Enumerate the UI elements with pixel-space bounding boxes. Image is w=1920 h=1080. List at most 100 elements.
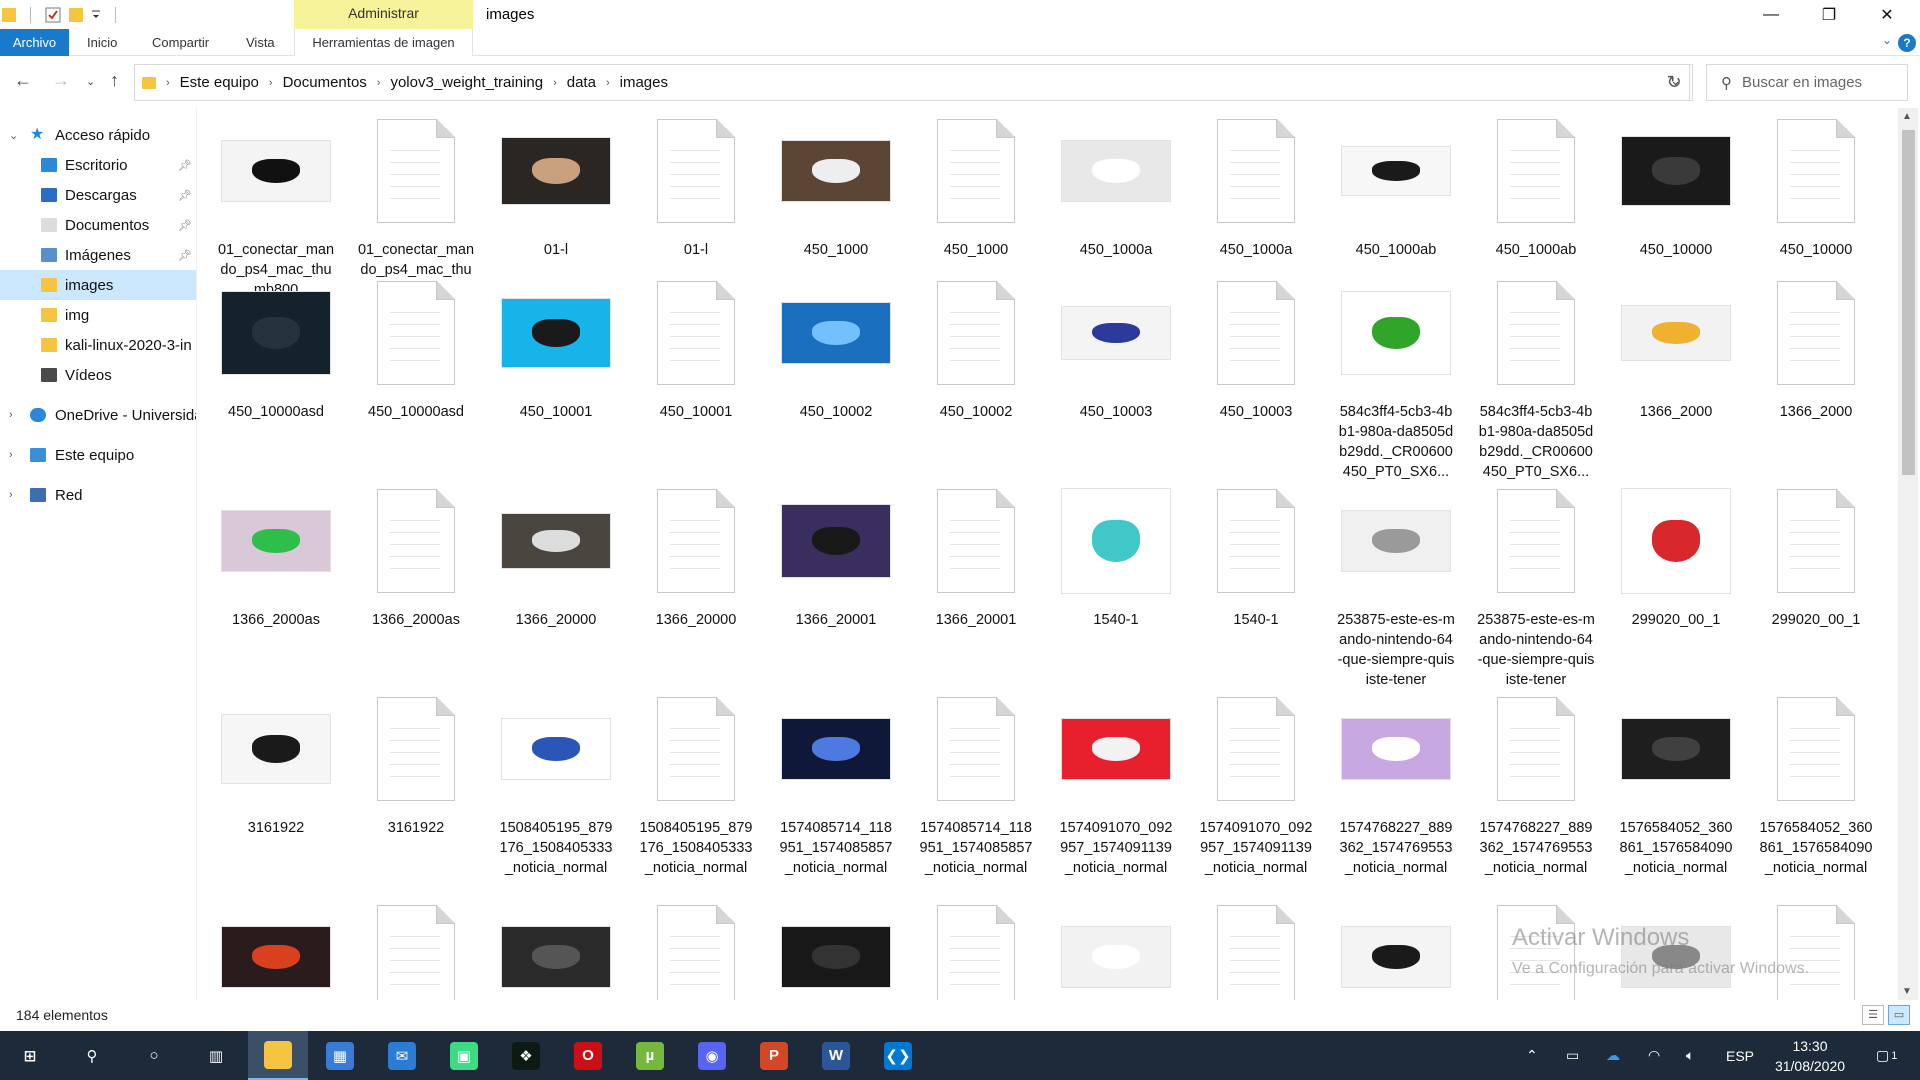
breadcrumb-item[interactable]: data [567, 74, 596, 91]
terminal-icon: ❖ [512, 1041, 540, 1070]
document-line [390, 360, 440, 361]
expand-chevron-icon[interactable]: › [9, 449, 13, 461]
up-arrow-icon[interactable]: ↑ [110, 70, 119, 91]
breadcrumb-separator-icon[interactable]: › [553, 77, 557, 89]
scrollbar-thumb[interactable] [1902, 130, 1915, 475]
gamepad-shape [1092, 159, 1140, 183]
scroll-up-icon[interactable]: ▲ [1902, 111, 1912, 122]
image-thumbnail [1341, 718, 1451, 780]
sidebar-item-este-equipo[interactable]: › Este equipo [0, 440, 196, 470]
help-icon[interactable]: ? [1898, 34, 1916, 52]
address-bar[interactable]: › Este equipo › Documentos › yolov3_weight_tr… [134, 64, 1690, 101]
breadcrumb-item[interactable]: Documentos [283, 74, 367, 91]
minimize-button[interactable]: — [1742, 0, 1800, 29]
image-thumbnail [1621, 488, 1731, 594]
breadcrumb-separator-icon[interactable]: › [269, 77, 273, 89]
manage-context-tab[interactable]: Administrar [294, 0, 473, 29]
tab-archivo[interactable]: Archivo [0, 29, 69, 56]
vscode-app[interactable]: ❮❯ [868, 1031, 928, 1080]
sidebar-item-documentos[interactable]: Documentos 📌︎ [0, 210, 196, 240]
start-button[interactable]: ⊞ [0, 1031, 60, 1080]
sidebar-item-escritorio[interactable]: Escritorio 📌︎ [0, 150, 196, 180]
file-explorer-app[interactable] [248, 1031, 308, 1080]
vertical-scrollbar[interactable]: ▲ ▼ [1898, 108, 1918, 1000]
forward-arrow-icon[interactable]: → [52, 70, 70, 91]
large-icons-view-button[interactable]: ▭ [1888, 1005, 1910, 1025]
sidebar-item-images[interactable]: images [0, 270, 196, 300]
search-placeholder[interactable]: Buscar en images [1742, 74, 1862, 91]
pin-icon[interactable]: 📌︎ [178, 159, 192, 172]
opera-app[interactable]: O [558, 1031, 618, 1080]
document-line [1510, 728, 1560, 729]
clock-time: 13:30 [1792, 1038, 1828, 1054]
sidebar-item-kali-linux-2020-3-in[interactable]: kali-linux-2020-3-in [0, 330, 196, 360]
search-box[interactable]: ⚲ Buscar en images [1706, 64, 1908, 101]
breadcrumb-separator-icon[interactable]: › [377, 77, 381, 89]
new-folder-icon[interactable] [69, 7, 83, 22]
mail-app[interactable]: ✉ [372, 1031, 432, 1080]
document-line [1790, 728, 1840, 729]
utorrent-app[interactable]: µ [620, 1031, 680, 1080]
sidebar-item-onedrive-universida[interactable]: › OneDrive - Universida [0, 400, 196, 430]
expand-ribbon-icon[interactable]: ⌄ [1882, 33, 1892, 47]
wifi-icon[interactable]: ◠ [1648, 1031, 1660, 1080]
battery-icon[interactable]: ▭ [1566, 1031, 1579, 1080]
sidebar-item-acceso-r-pido[interactable]: ⌄ ★ Acceso rápido [0, 120, 196, 150]
sidebar-item-im-genes[interactable]: Imágenes 📌︎ [0, 240, 196, 270]
breadcrumb-separator-icon[interactable]: › [166, 77, 170, 89]
breadcrumb-item[interactable]: Este equipo [180, 74, 259, 91]
scroll-down-icon[interactable]: ▼ [1902, 986, 1912, 997]
document-line [950, 186, 1000, 187]
details-view-button[interactable]: ☰ [1862, 1005, 1884, 1025]
document-line [390, 948, 440, 949]
breadcrumb-item[interactable]: yolov3_weight_training [390, 74, 543, 91]
task-view-button[interactable]: ▥ [186, 1031, 246, 1080]
sidebar-item-descargas[interactable]: Descargas 📌︎ [0, 180, 196, 210]
folder-icon [41, 308, 57, 322]
pin-icon[interactable]: 📌︎ [178, 189, 192, 202]
android-app[interactable]: ▣ [434, 1031, 494, 1080]
breadcrumb-item[interactable]: images [620, 74, 668, 91]
pin-icon[interactable]: 📌︎ [178, 249, 192, 262]
tab-compartir[interactable]: Compartir [152, 29, 209, 56]
file-document-icon [937, 905, 1015, 1000]
cortana-button[interactable]: ○ [124, 1031, 184, 1080]
tab-herramientas-de-imagen[interactable]: Herramientas de imagen [294, 29, 473, 57]
store-app[interactable]: ▦ [310, 1031, 370, 1080]
pane-divider[interactable] [196, 108, 197, 1000]
file-name: 450_10000 [1779, 242, 1853, 258]
sidebar-item-v-deos[interactable]: Vídeos [0, 360, 196, 390]
sidebar-item-img[interactable]: img [0, 300, 196, 330]
show-hidden-icons-button[interactable]: ⌃ [1526, 1031, 1538, 1080]
expand-chevron-icon[interactable]: › [9, 489, 13, 501]
recent-locations-chevron-icon[interactable]: ⌄ [86, 75, 95, 88]
sidebar-item-red[interactable]: › Red [0, 480, 196, 510]
terminal-app[interactable]: ❖ [496, 1031, 556, 1080]
back-arrow-icon[interactable]: ← [14, 70, 32, 91]
volume-icon[interactable]: 🔈︎ [1686, 1031, 1694, 1080]
properties-icon[interactable] [45, 7, 61, 23]
onedrive-tray-icon[interactable]: ☁ [1606, 1031, 1620, 1080]
discord-app[interactable]: ◉ [682, 1031, 742, 1080]
clock[interactable]: 13:30 31/08/2020 [1762, 1036, 1858, 1076]
close-button[interactable]: ✕ [1858, 0, 1916, 29]
refresh-button[interactable]: ↻ [1656, 64, 1693, 101]
notifications-icon[interactable]: ▢ 1 [1876, 1031, 1897, 1080]
collapse-chevron-icon[interactable]: ⌄ [9, 129, 18, 142]
customize-toolbar-icon[interactable] [91, 9, 101, 21]
document-line [1230, 960, 1280, 961]
word-app[interactable]: W [806, 1031, 866, 1080]
maximize-button[interactable]: ❐ [1800, 0, 1858, 29]
document-line [670, 360, 720, 361]
tab-inicio[interactable]: Inicio [87, 29, 117, 56]
document-line [950, 936, 1000, 937]
breadcrumb-separator-icon[interactable]: › [606, 77, 610, 89]
file-name: 299020_00_1 [1631, 612, 1721, 628]
language-indicator[interactable]: ESP [1726, 1031, 1754, 1080]
tab-vista[interactable]: Vista [246, 29, 275, 56]
pin-icon[interactable]: 📌︎ [178, 219, 192, 232]
powerpoint-app[interactable]: P [744, 1031, 804, 1080]
search-button[interactable]: ⚲ [62, 1031, 122, 1080]
document-line [1230, 162, 1280, 163]
expand-chevron-icon[interactable]: › [9, 409, 13, 421]
